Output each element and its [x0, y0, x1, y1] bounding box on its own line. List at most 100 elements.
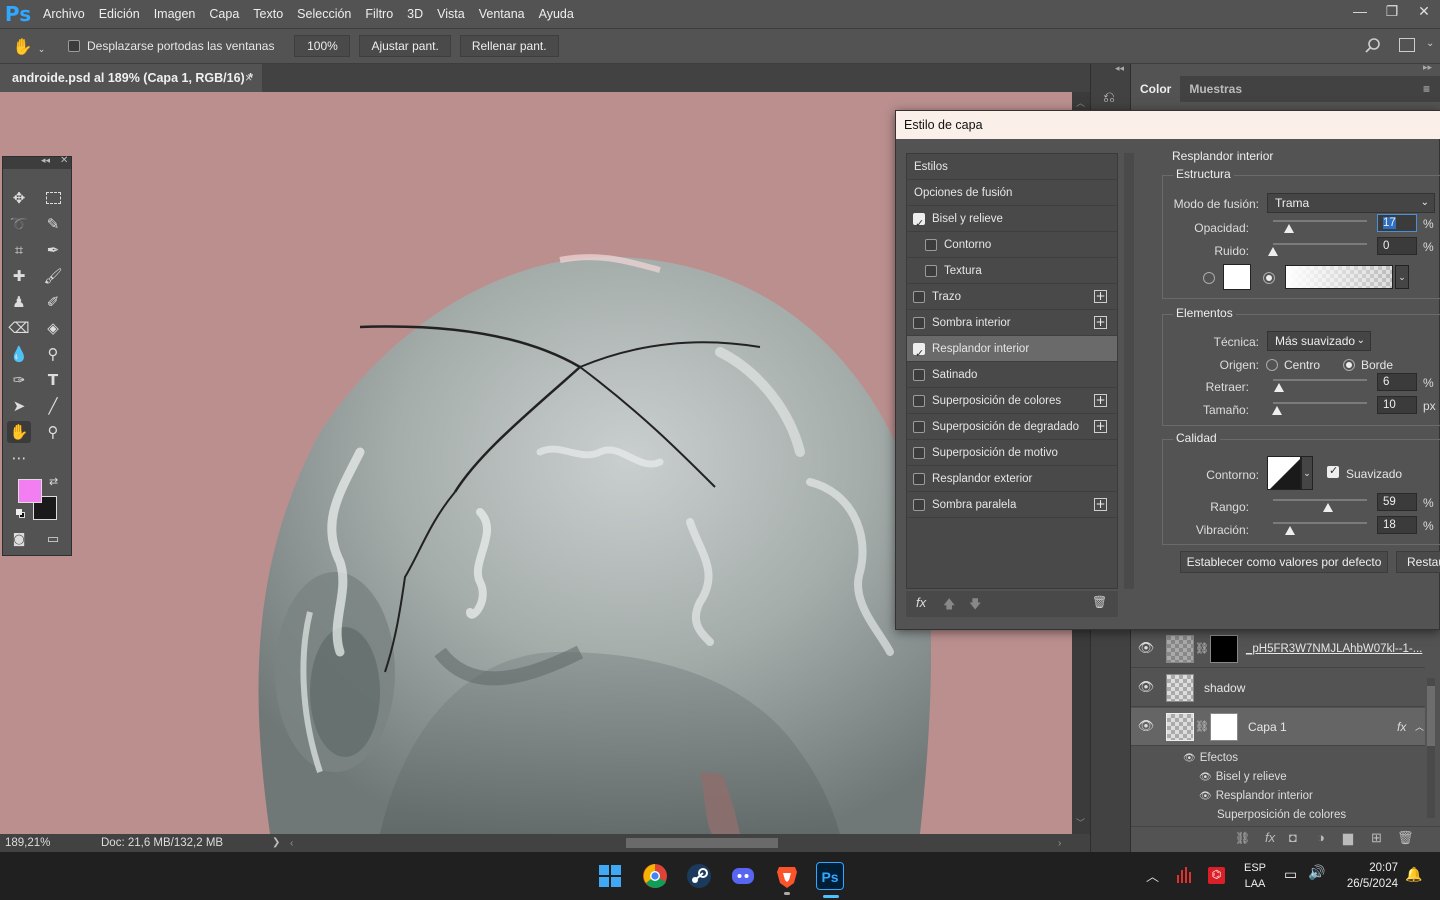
layer-row[interactable]: 👁 shadow	[1131, 669, 1425, 707]
scroll-right-icon[interactable]: ›	[1058, 835, 1061, 853]
brush-tool-icon[interactable]: 🖌	[41, 265, 65, 287]
new-layer-icon[interactable]: ⊞	[1371, 830, 1382, 846]
steam-icon[interactable]	[685, 862, 713, 890]
zoom-tool-icon[interactable]: ⚲	[41, 421, 65, 443]
paint-bucket-tool-icon[interactable]: ◈	[41, 317, 65, 339]
discord-icon[interactable]	[729, 862, 757, 890]
add-instance-icon[interactable]: +	[1094, 498, 1107, 511]
menu-3d[interactable]: 3D	[400, 0, 430, 28]
effect-eye-icon[interactable]: 👁	[1199, 772, 1212, 783]
jitter-input[interactable]: 18	[1377, 516, 1417, 534]
style-item[interactable]: Bisel y relieve	[907, 206, 1117, 237]
menu-vista[interactable]: Vista	[430, 0, 472, 28]
style-checkbox[interactable]	[913, 290, 925, 303]
layer-name[interactable]: _pH5FR3W7NMJLAhbW07kl--1-...	[1246, 643, 1422, 655]
style-checkbox[interactable]	[913, 368, 925, 381]
tray-overflow-icon[interactable]: ︿	[1146, 866, 1159, 885]
effect-item[interactable]: Superposición de colores	[1217, 809, 1346, 821]
range-slider-thumb[interactable]	[1323, 503, 1334, 512]
source-edge-radio[interactable]	[1343, 359, 1355, 371]
fx-menu-icon[interactable]: fx	[916, 595, 926, 610]
crop-tool-icon[interactable]: ⌗	[7, 239, 31, 261]
contour-dropdown-icon[interactable]: ⌄	[1301, 456, 1313, 490]
set-default-button[interactable]: Establecer como valores por defecto	[1180, 551, 1388, 573]
tab-color[interactable]: Color	[1131, 76, 1181, 102]
more-tools-icon[interactable]: ⋯	[7, 447, 31, 469]
visibility-eye-icon[interactable]: 👁	[1131, 719, 1161, 734]
effect-item[interactable]: 👁 Resplandor interior	[1199, 790, 1313, 802]
style-item[interactable]: Satinado	[907, 362, 1117, 388]
scroll-all-checkbox[interactable]	[68, 40, 80, 52]
range-slider[interactable]	[1273, 499, 1367, 501]
noise-input[interactable]: 0	[1377, 237, 1417, 255]
horizontal-scroll-thumb[interactable]	[626, 838, 778, 848]
style-checkbox[interactable]	[913, 420, 925, 433]
style-item[interactable]: Sombra paralela +	[907, 492, 1117, 518]
hand-tool-icon[interactable]: ✋	[7, 421, 31, 443]
jitter-slider-thumb[interactable]	[1284, 526, 1295, 535]
style-checkbox[interactable]	[913, 341, 925, 367]
style-checkbox[interactable]	[913, 211, 925, 237]
history-brush-tool-icon[interactable]: ✐	[41, 291, 65, 313]
effect-item[interactable]: 👁 Bisel y relieve	[1199, 771, 1287, 783]
network-icon[interactable]: ▭	[1284, 866, 1297, 883]
menu-capa[interactable]: Capa	[202, 0, 246, 28]
style-item[interactable]: Textura	[907, 258, 1117, 284]
fx-badge[interactable]: fx	[1397, 720, 1406, 734]
effect-eye-icon[interactable]: 👁	[1183, 753, 1196, 764]
collapse-toolbox-icon[interactable]: ◂◂	[41, 155, 50, 166]
antialias-checkbox[interactable]	[1327, 464, 1339, 478]
add-instance-icon[interactable]: +	[1094, 394, 1107, 407]
menu-filtro[interactable]: Filtro	[358, 0, 400, 28]
tab-muestras[interactable]: Muestras	[1180, 76, 1251, 102]
fit-screen-button[interactable]: Ajustar pant.	[359, 35, 451, 57]
workspace-dropdown-icon[interactable]: ⌄	[1426, 38, 1434, 49]
zoom-level[interactable]: 189,21%	[5, 834, 50, 852]
minimize-button[interactable]: —	[1344, 0, 1376, 28]
size-slider-thumb[interactable]	[1271, 406, 1282, 415]
delete-layer-icon[interactable]: 🗑	[1397, 830, 1414, 846]
layer-mask-thumbnail[interactable]	[1209, 634, 1238, 663]
audio-meter-tray-icon[interactable]	[1176, 867, 1194, 883]
move-down-icon[interactable]: 🡇	[969, 595, 981, 616]
reset-default-button[interactable]: Restau	[1396, 551, 1440, 573]
scroll-left-icon[interactable]: ‹	[290, 835, 293, 853]
opacity-slider[interactable]	[1273, 220, 1367, 222]
scroll-down-icon[interactable]: ﹀	[1076, 816, 1085, 829]
style-item[interactable]: Resplandor exterior	[907, 466, 1117, 492]
style-checkbox[interactable]	[913, 394, 925, 407]
link-layers-icon[interactable]: ⛓	[1235, 831, 1250, 845]
swap-colors-icon[interactable]: ⇄	[49, 475, 58, 488]
styles-list-scrollbar[interactable]	[1124, 153, 1134, 589]
scroll-up-icon[interactable]: ︿	[1076, 96, 1085, 109]
restore-button[interactable]: ❐	[1376, 0, 1408, 28]
add-instance-icon[interactable]: +	[1094, 420, 1107, 433]
glow-color-swatch[interactable]	[1223, 264, 1251, 290]
add-instance-icon[interactable]: +	[1094, 290, 1107, 303]
styles-header[interactable]: Estilos	[907, 154, 1117, 180]
hand-tool-preset-icon[interactable]: ✋ ⌄	[0, 37, 58, 56]
layer-row-selected[interactable]: 👁 ⛓ Capa 1 fx ︿	[1131, 708, 1425, 746]
style-item[interactable]: Superposición de motivo	[907, 440, 1117, 466]
quick-mask-icon[interactable]: ◙	[7, 529, 31, 551]
line-tool-icon[interactable]: ╱	[41, 395, 65, 417]
path-selection-tool-icon[interactable]: ➤	[7, 395, 31, 417]
style-item[interactable]: Sombra interior +	[907, 310, 1117, 336]
clone-stamp-tool-icon[interactable]: ♟	[7, 291, 31, 313]
visibility-eye-icon[interactable]: 👁	[1131, 680, 1161, 695]
style-checkbox[interactable]	[913, 498, 925, 511]
healing-brush-tool-icon[interactable]: ✚	[7, 265, 31, 287]
style-checkbox[interactable]	[913, 472, 925, 485]
blur-tool-icon[interactable]: 💧	[7, 343, 31, 365]
eraser-tool-icon[interactable]: ⌫	[7, 317, 31, 339]
toolbox-header[interactable]: ◂◂ ✕	[3, 155, 71, 169]
menu-imagen[interactable]: Imagen	[147, 0, 203, 28]
choke-slider[interactable]	[1273, 379, 1367, 381]
collapse-dock-icon[interactable]: ◂◂	[1115, 63, 1124, 74]
gradient-radio[interactable]	[1263, 272, 1275, 284]
link-icon[interactable]: ⛓	[1195, 720, 1209, 733]
gradient-dropdown-icon[interactable]: ⌄	[1395, 265, 1409, 289]
adobe-tray-icon[interactable]: ⌬	[1208, 867, 1225, 884]
canvas-horizontal-scrollbar[interactable]: ‹ ›	[290, 836, 1070, 850]
menu-archivo[interactable]: Archivo	[36, 0, 92, 28]
